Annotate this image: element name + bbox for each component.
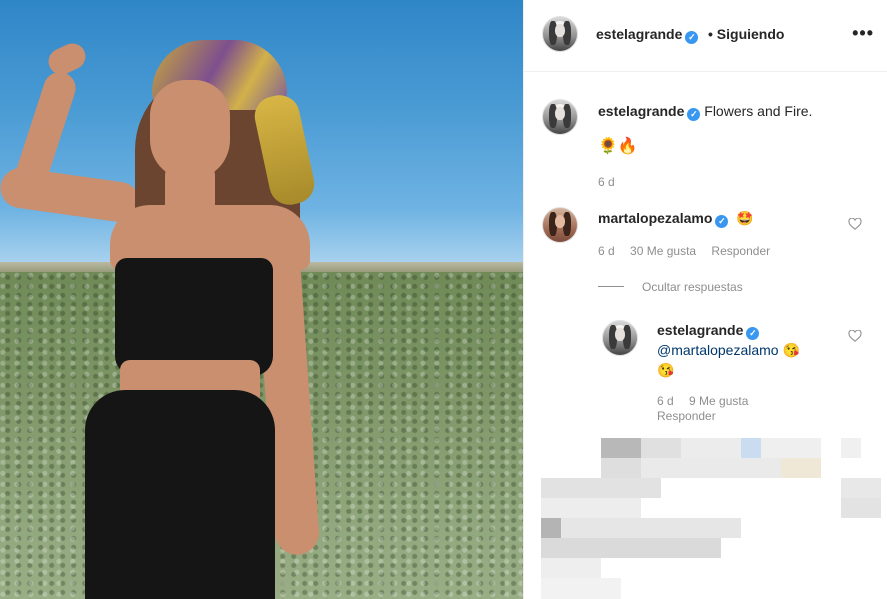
pixelated-region xyxy=(524,438,887,599)
caption-line: estelagrande ✓ Flowers and Fire. xyxy=(598,103,812,121)
like-heart-icon[interactable] xyxy=(848,330,862,342)
caption-username[interactable]: estelagrande xyxy=(598,103,684,119)
comment-time[interactable]: 6 d xyxy=(598,244,615,258)
photo-subject xyxy=(0,0,523,599)
reply-mention[interactable]: @martalopezalamo xyxy=(657,342,779,358)
more-options-icon[interactable]: ••• xyxy=(852,23,874,44)
reply-username-line: estelagrande ✓ xyxy=(657,322,760,340)
caption-text: Flowers and Fire. xyxy=(704,103,813,119)
header-username-text[interactable]: estelagrande xyxy=(596,26,682,42)
hide-replies-button[interactable]: Ocultar respuestas xyxy=(642,280,743,294)
comment-avatar[interactable] xyxy=(542,207,578,243)
reply-username[interactable]: estelagrande xyxy=(657,322,743,338)
reply-emoji: 😘 xyxy=(782,342,800,358)
comments-panel: estelagrande ✓ • Siguiendo ••• estelagran… xyxy=(523,0,887,599)
comment-line: martalopezalamo ✓ 🤩 xyxy=(598,210,754,228)
reply-text: @martalopezalamo 😘 😘 xyxy=(657,340,827,380)
verified-icon: ✓ xyxy=(685,31,699,44)
reply-likes[interactable]: 9 Me gusta xyxy=(689,394,748,408)
replies-divider xyxy=(598,286,624,287)
header-username[interactable]: estelagrande ✓ xyxy=(596,26,699,44)
like-heart-icon[interactable] xyxy=(848,218,862,230)
verified-icon: ✓ xyxy=(715,215,729,228)
comment-reply-button[interactable]: Responder xyxy=(711,244,770,258)
reply-time[interactable]: 6 d xyxy=(657,394,674,408)
comment-text: 🤩 xyxy=(736,210,754,226)
reply-emoji: 😘 xyxy=(657,362,675,378)
caption-avatar[interactable] xyxy=(542,99,578,135)
post-header: estelagrande ✓ • Siguiendo ••• xyxy=(524,0,887,72)
reply-avatar[interactable] xyxy=(602,320,638,356)
verified-icon: ✓ xyxy=(746,327,760,340)
reply-reply-button[interactable]: Responder xyxy=(657,409,716,423)
post-photo[interactable] xyxy=(0,0,523,599)
caption-time[interactable]: 6 d xyxy=(598,175,615,189)
caption-emojis: 🌻🔥 xyxy=(598,138,638,155)
comment-likes[interactable]: 30 Me gusta xyxy=(630,244,696,258)
header-avatar[interactable] xyxy=(542,16,578,52)
verified-icon: ✓ xyxy=(687,108,701,121)
comment-meta: 6 d 30 Me gusta Responder xyxy=(598,244,782,258)
following-button[interactable]: • Siguiendo xyxy=(708,26,784,42)
comment-username[interactable]: martalopezalamo xyxy=(598,210,712,226)
reply-meta: 6 d 9 Me gusta xyxy=(657,394,760,408)
